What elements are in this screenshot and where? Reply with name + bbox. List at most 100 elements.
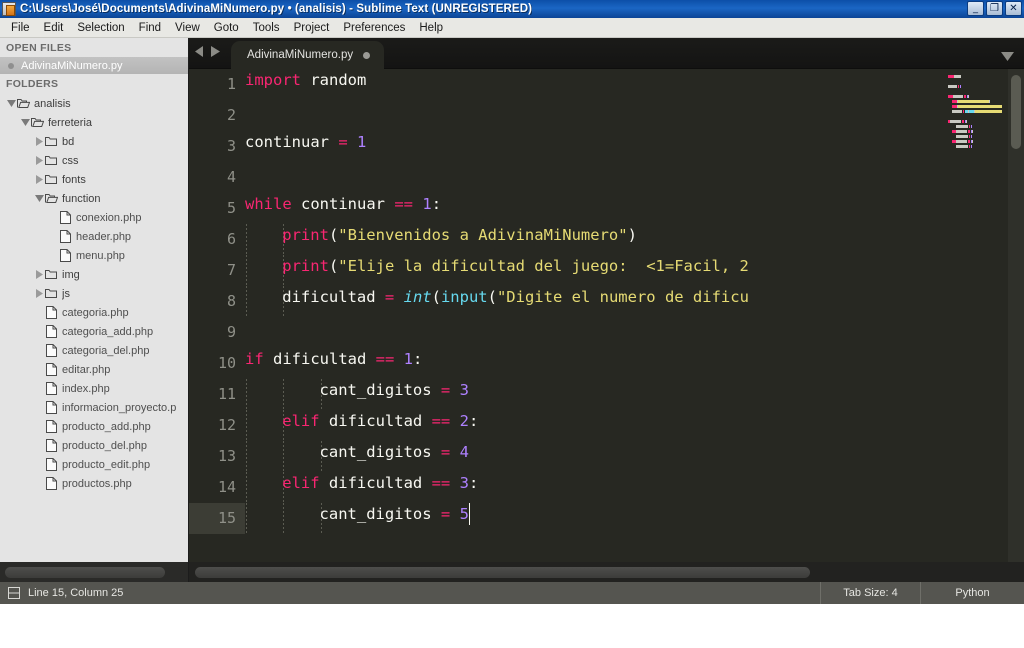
tree-file-menu-php[interactable]: menu.php — [0, 246, 188, 265]
file-icon — [45, 477, 58, 490]
tree-folder-ferreteria[interactable]: ferreteria — [0, 113, 188, 132]
minimap-token — [948, 85, 957, 88]
restore-button[interactable]: ❐ — [986, 1, 1003, 16]
tree-folder-fonts[interactable]: fonts — [0, 170, 188, 189]
code-token: == — [375, 350, 395, 368]
tree-folder-js[interactable]: js — [0, 284, 188, 303]
syntax-indicator[interactable]: Python — [920, 582, 1024, 604]
open-file-row[interactable]: AdivinaMiNumero.py — [0, 57, 188, 74]
minimap-token — [969, 125, 970, 128]
menu-find[interactable]: Find — [132, 20, 168, 36]
sidebar-horizontal-scrollbar[interactable] — [0, 562, 189, 582]
tree-folder-img[interactable]: img — [0, 265, 188, 284]
indent-guide — [246, 503, 247, 534]
triangle-down-icon[interactable] — [34, 195, 45, 202]
triangle-down-icon[interactable] — [6, 100, 17, 107]
tree-folder-css[interactable]: css — [0, 151, 188, 170]
open-file-label: AdivinaMiNumero.py — [21, 59, 123, 72]
indent-guide — [246, 286, 247, 317]
triangle-right-icon[interactable] — [34, 175, 45, 184]
triangle-right-icon[interactable] — [34, 156, 45, 165]
menu-help[interactable]: Help — [412, 20, 450, 36]
menu-selection[interactable]: Selection — [70, 20, 131, 36]
tree-item-label: productos.php — [62, 477, 132, 490]
line-number: 13 — [217, 447, 236, 465]
minimap[interactable] — [946, 69, 1008, 582]
code-token: print — [282, 226, 329, 244]
minimap-token — [953, 95, 963, 98]
chevron-down-icon[interactable] — [1001, 48, 1014, 66]
triangle-right-icon[interactable] — [34, 289, 45, 298]
menu-project[interactable]: Project — [287, 20, 337, 36]
tab-adivinaminumero[interactable]: AdivinaMiNumero.py — [231, 41, 385, 69]
code-token: "Bienvenidos a AdivinaMiNumero" — [338, 226, 628, 244]
minimap-token — [971, 125, 972, 128]
tree-file-index-php[interactable]: index.php — [0, 379, 188, 398]
menu-edit[interactable]: Edit — [37, 20, 71, 36]
triangle-right-icon[interactable] — [211, 46, 220, 57]
code-line: cant_digitos = 3 — [320, 375, 469, 406]
code-content[interactable]: import random continuar = 1 while continua… — [245, 69, 1024, 582]
editor-scrollbar-thumb[interactable] — [1011, 75, 1021, 149]
code-token: ( — [431, 288, 441, 306]
tree-folder-function[interactable]: function — [0, 189, 188, 208]
sidebar-scrollbar-thumb[interactable] — [5, 567, 165, 578]
tree-file-categoria-del-php[interactable]: categoria_del.php — [0, 341, 188, 360]
triangle-left-icon[interactable] — [195, 46, 204, 57]
tree-item-label: editar.php — [62, 363, 111, 376]
triangle-right-icon[interactable] — [34, 137, 45, 146]
menu-view[interactable]: View — [168, 20, 207, 36]
tree-folder-bd[interactable]: bd — [0, 132, 188, 151]
menu-goto[interactable]: Goto — [207, 20, 246, 36]
tree-file-producto-add-php[interactable]: producto_add.php — [0, 417, 188, 436]
editor-hscrollbar-thumb[interactable] — [195, 567, 810, 578]
tab-size-indicator[interactable]: Tab Size: 4 — [820, 582, 920, 604]
code-token: dificultad — [282, 288, 385, 306]
tree-file-editar-php[interactable]: editar.php — [0, 360, 188, 379]
minimap-token — [971, 135, 972, 138]
code-viewport[interactable]: 1 2 3 4 5 6 7 8 9 10 11 12 13 14 15 import random conti… — [189, 69, 1024, 582]
tree-item-label: css — [62, 154, 79, 167]
code-token: print — [282, 257, 329, 275]
menu-tools[interactable]: Tools — [246, 20, 287, 36]
folder-closed-icon — [45, 155, 58, 166]
menu-preferences[interactable]: Preferences — [336, 20, 412, 36]
tree-file-categoria-add-php[interactable]: categoria_add.php — [0, 322, 188, 341]
menu-file[interactable]: File — [4, 20, 37, 36]
indent-guide — [246, 379, 247, 410]
file-icon — [59, 230, 72, 243]
window-titlebar: C:\Users\José\Documents\AdivinaMiNumero.… — [0, 0, 1024, 18]
tree-file-producto-del-php[interactable]: producto_del.php — [0, 436, 188, 455]
tree-file-productos-php[interactable]: productos.php — [0, 474, 188, 493]
tree-folder-analisis[interactable]: analisis — [0, 94, 188, 113]
folder-open-icon — [31, 117, 44, 128]
close-button[interactable]: ✕ — [1005, 1, 1022, 16]
tree-item-label: producto_del.php — [62, 439, 148, 452]
triangle-right-icon[interactable] — [34, 270, 45, 279]
code-token: ( — [328, 257, 339, 275]
editor-horizontal-scrollbar[interactable] — [189, 562, 1024, 582]
tree-file-header-php[interactable]: header.php — [0, 227, 188, 246]
triangle-down-icon[interactable] — [20, 119, 31, 126]
line-number: 2 — [226, 106, 236, 124]
tree-file-categoria-php[interactable]: categoria.php — [0, 303, 188, 322]
tree-file-producto-edit-php[interactable]: producto_edit.php — [0, 455, 188, 474]
layout-panel-icon[interactable] — [8, 587, 20, 599]
tree-item-label: categoria_del.php — [62, 344, 150, 357]
tree-file-informacion-proyecto-p[interactable]: informacion_proyecto.p — [0, 398, 188, 417]
editor-vertical-scrollbar[interactable] — [1008, 69, 1024, 582]
minimize-button[interactable]: _ — [967, 1, 984, 16]
code-token: elif — [282, 412, 320, 430]
desktop-background — [0, 604, 1024, 648]
sublime-text-window: C:\Users\José\Documents\AdivinaMiNumero.… — [0, 0, 1024, 648]
open-files-list: AdivinaMiNumero.py — [0, 57, 188, 74]
code-token: ) — [627, 226, 637, 244]
minimap-token — [971, 145, 972, 148]
minimap-token — [989, 100, 990, 103]
file-icon — [59, 211, 72, 224]
menubar: File Edit Selection Find View Goto Tools Projec… — [0, 18, 1024, 38]
tree-file-conexion-php[interactable]: conexion.php — [0, 208, 188, 227]
sublime-text-icon — [2, 2, 16, 16]
